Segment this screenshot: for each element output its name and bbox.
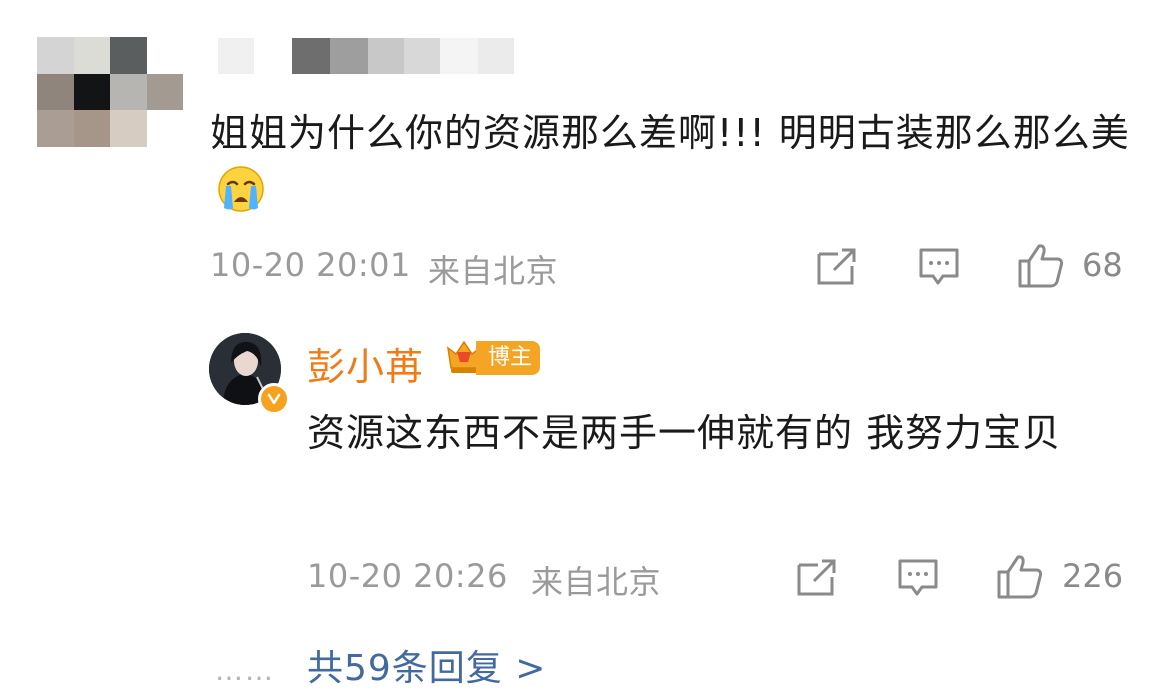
blogger-badge: 博主 — [444, 338, 541, 378]
like-icon[interactable] — [1017, 242, 1065, 292]
comment-timestamp: 10-20 20:01 — [210, 246, 411, 284]
badge-label: 博主 — [476, 341, 541, 375]
reply-username[interactable]: 彭小苒 — [307, 336, 424, 391]
comment-like-count: 68 — [1082, 246, 1123, 284]
reply-timestamp: 10-20 20:26 — [307, 557, 508, 595]
thread-dots: …… — [215, 654, 275, 687]
reply-like-count: 226 — [1062, 557, 1124, 595]
crying-face-icon — [216, 164, 266, 214]
verified-badge-icon — [258, 383, 290, 415]
comment-text: 姐姐为什么你的资源那么差啊!!! 明明古装那么那么美 — [210, 104, 1130, 220]
comment-icon[interactable] — [918, 247, 960, 291]
reply-share-icon[interactable] — [796, 557, 838, 601]
reply-like-icon[interactable] — [996, 553, 1044, 603]
comment-text-content: 姐姐为什么你的资源那么差啊!!! 明明古装那么那么美 — [210, 111, 1130, 155]
comment-location: 来自北京 — [428, 252, 559, 290]
reply-location: 来自北京 — [531, 563, 662, 601]
commenter-username[interactable] — [218, 38, 514, 74]
reply-text: 资源这东西不是两手一伸就有的 我努力宝贝 — [307, 411, 1062, 455]
reply-comment-icon[interactable] — [897, 558, 939, 602]
more-replies-link[interactable]: 共59条回复 > — [307, 639, 546, 691]
commenter-avatar[interactable] — [37, 37, 183, 147]
share-icon[interactable] — [816, 246, 858, 290]
